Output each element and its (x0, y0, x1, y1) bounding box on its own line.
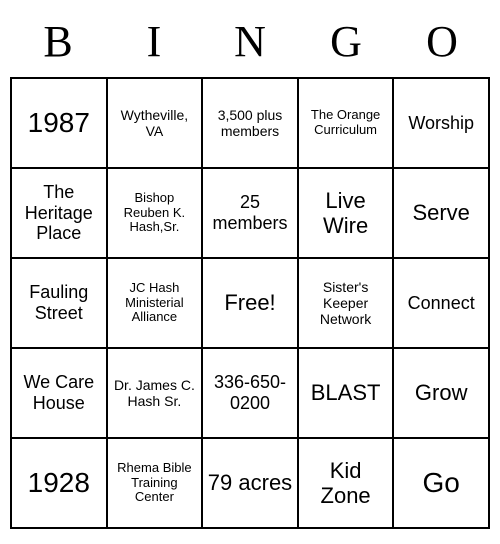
bingo-cell-text: Live Wire (303, 188, 389, 239)
bingo-cell-text: 25 members (207, 192, 293, 233)
bingo-cell-text: 336-650-0200 (207, 372, 293, 413)
bingo-cell[interactable]: JC Hash Ministerial Alliance (107, 258, 203, 348)
bingo-free-cell[interactable]: Free! (202, 258, 298, 348)
bingo-cell-text: The Heritage Place (16, 182, 102, 244)
bingo-cell-text: Bishop Reuben K. Hash,Sr. (112, 191, 198, 236)
bingo-cell-text: Fauling Street (16, 282, 102, 323)
bingo-grid: 1987 Wytheville, VA 3,500 plus members The … (10, 77, 490, 529)
bingo-cell-text: 79 acres (208, 470, 292, 495)
bingo-cell[interactable]: Kid Zone (298, 438, 394, 528)
bingo-cell-text: 3,500 plus members (207, 107, 293, 139)
bingo-cell[interactable]: Connect (393, 258, 489, 348)
bingo-cell-text: 1987 (28, 107, 90, 139)
bingo-cell[interactable]: The Heritage Place (11, 168, 107, 258)
bingo-cell[interactable]: Wytheville, VA (107, 78, 203, 168)
bingo-cell[interactable]: Bishop Reuben K. Hash,Sr. (107, 168, 203, 258)
header-letter-n: N (202, 10, 298, 77)
header-letter-g: G (298, 10, 394, 77)
header-letter-i: I (106, 10, 202, 77)
bingo-cell-text: Kid Zone (303, 458, 389, 509)
bingo-cell-text: We Care House (16, 372, 102, 413)
bingo-cell-text: Sister's Keeper Network (303, 279, 389, 327)
bingo-cell-text: Wytheville, VA (112, 107, 198, 139)
header-letter-b: B (10, 10, 106, 77)
bingo-cell-text: Go (423, 467, 460, 499)
bingo-header-row: B I N G O (10, 10, 490, 77)
bingo-cell-text: Connect (408, 293, 475, 314)
bingo-cell-text: 1928 (28, 467, 90, 499)
bingo-cell[interactable]: Grow (393, 348, 489, 438)
bingo-cell[interactable]: 1928 (11, 438, 107, 528)
bingo-cell-text: Serve (412, 200, 469, 225)
bingo-cell[interactable]: Dr. James C. Hash Sr. (107, 348, 203, 438)
bingo-cell[interactable]: Go (393, 438, 489, 528)
bingo-cell-text: Rhema Bible Training Center (112, 461, 198, 506)
bingo-cell-text: JC Hash Ministerial Alliance (112, 281, 198, 326)
bingo-cell[interactable]: Live Wire (298, 168, 394, 258)
bingo-cell-text: Free! (224, 290, 275, 315)
bingo-cell[interactable]: BLAST (298, 348, 394, 438)
bingo-cell-text: The Orange Curriculum (303, 108, 389, 138)
bingo-cell[interactable]: 79 acres (202, 438, 298, 528)
bingo-cell[interactable]: We Care House (11, 348, 107, 438)
bingo-cell-text: Worship (408, 113, 474, 134)
bingo-cell[interactable]: 336-650-0200 (202, 348, 298, 438)
bingo-cell[interactable]: 1987 (11, 78, 107, 168)
bingo-cell[interactable]: Worship (393, 78, 489, 168)
bingo-cell[interactable]: 25 members (202, 168, 298, 258)
bingo-cell[interactable]: Fauling Street (11, 258, 107, 348)
bingo-cell[interactable]: Rhema Bible Training Center (107, 438, 203, 528)
bingo-cell[interactable]: Serve (393, 168, 489, 258)
bingo-cell-text: BLAST (311, 380, 381, 405)
bingo-cell-text: Grow (415, 380, 468, 405)
header-letter-o: O (394, 10, 490, 77)
bingo-cell[interactable]: The Orange Curriculum (298, 78, 394, 168)
bingo-cell[interactable]: Sister's Keeper Network (298, 258, 394, 348)
bingo-card: B I N G O 1987 Wytheville, VA 3,500 plus m… (10, 10, 490, 529)
bingo-cell-text: Dr. James C. Hash Sr. (112, 377, 198, 409)
bingo-cell[interactable]: 3,500 plus members (202, 78, 298, 168)
